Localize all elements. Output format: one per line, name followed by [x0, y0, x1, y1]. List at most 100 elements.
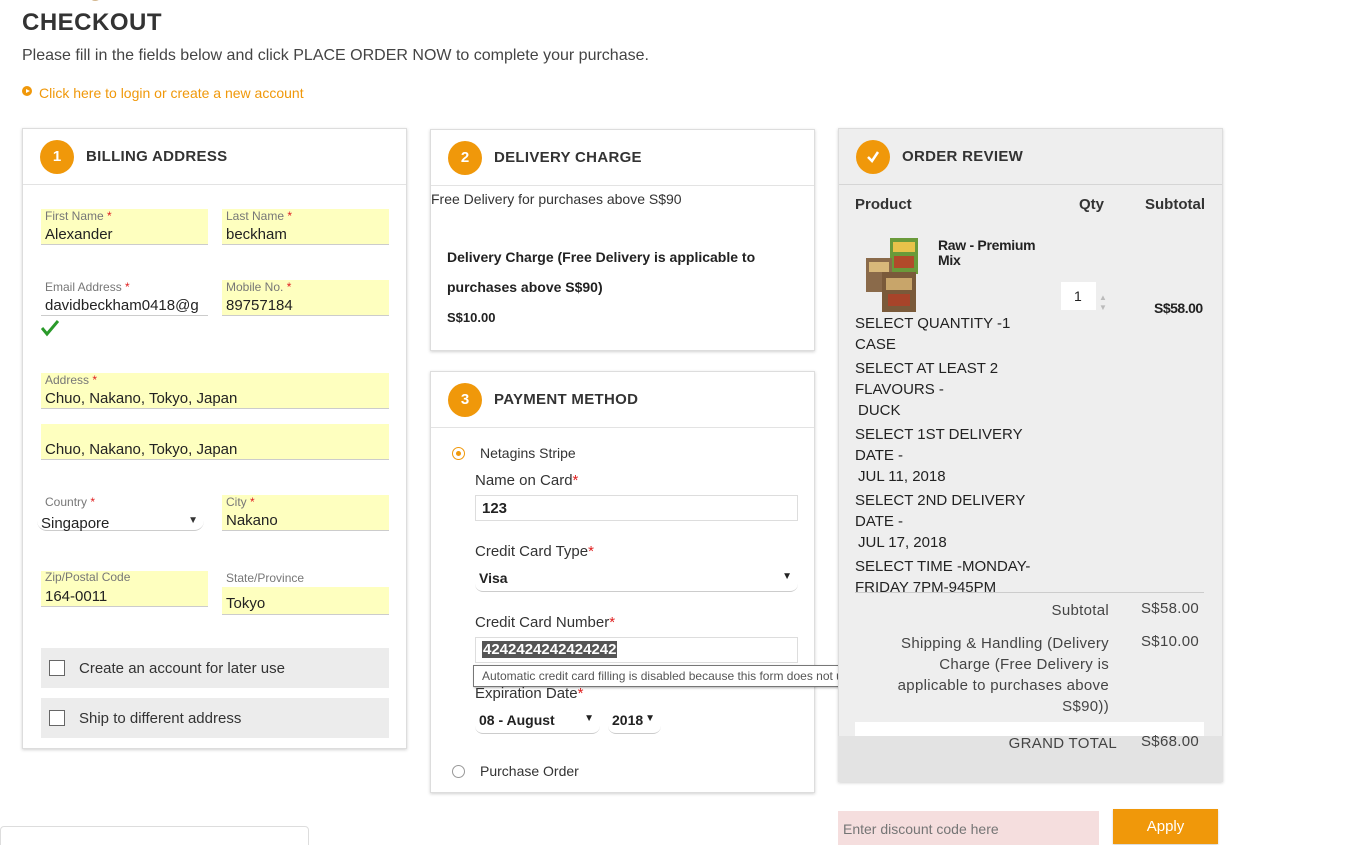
card-number-value: 4242424242424242	[482, 641, 618, 658]
dropdown-arrow-icon: ▼	[645, 713, 655, 724]
expiry-year-select[interactable]: 2018 ▼	[608, 708, 661, 734]
mobile-label: Mobile No.	[226, 280, 284, 294]
dropdown-arrow-icon: ▼	[584, 713, 594, 724]
address-line1-field[interactable]: Address * Chuo, Nakano, Tokyo, Japan	[41, 373, 389, 409]
review-header: ORDER REVIEW	[839, 129, 1222, 185]
item-subtotal: S$58.00	[1154, 300, 1203, 316]
col-subtotal: Subtotal	[1145, 196, 1205, 213]
expiry-month-value: 08 - August	[479, 712, 555, 728]
country-label: Country	[45, 495, 88, 509]
free-delivery-note: Free Delivery for purchases above S$90	[431, 191, 682, 207]
payment-header: 3 PAYMENT METHOD	[431, 372, 814, 428]
qty-input[interactable]: 1	[1061, 282, 1096, 310]
expiry-month-select[interactable]: 08 - August ▼	[475, 708, 600, 734]
delivery-panel: 2 DELIVERY CHARGE Free Delivery for purc…	[430, 129, 815, 351]
option-delivery-2: SELECT 2ND DELIVERY DATE - JUL 17, 2018	[855, 492, 1026, 551]
expiry-label: Expiration Date	[475, 685, 578, 702]
delivery-title: DELIVERY CHARGE	[494, 149, 642, 166]
first-name-field[interactable]: First Name * Alexander	[41, 209, 208, 245]
email-value: davidbeckham0418@g	[45, 297, 199, 314]
col-qty: Qty	[1079, 196, 1105, 213]
qty-stepper-icon[interactable]: ▲ ▼	[1099, 293, 1107, 313]
delivery-description: Delivery Charge (Free Delivery is applic…	[447, 249, 756, 295]
card-name-input[interactable]: 123	[475, 495, 798, 521]
zip-label: Zip/Postal Code	[45, 570, 131, 584]
ship-different-checkbox[interactable]: Ship to different address	[41, 698, 389, 738]
dropdown-arrow-icon: ▼	[782, 571, 792, 582]
state-value: Tokyo	[226, 595, 266, 612]
purchase-order-radio[interactable]	[452, 765, 465, 778]
apply-button[interactable]: Apply	[1113, 809, 1218, 844]
card-number-input[interactable]: 4242424242424242	[475, 637, 798, 663]
payment-title: PAYMENT METHOD	[494, 391, 639, 408]
page-title: CHECKOUT	[22, 9, 162, 36]
option-delivery-1: SELECT 1ST DELIVERY DATE - JUL 11, 2018	[855, 426, 1023, 485]
totals-divider	[855, 592, 1204, 593]
intro-text: Please fill in the fields below and clic…	[22, 47, 649, 64]
purchase-order-label: Purchase Order	[480, 763, 579, 779]
product-name: Raw - Premium Mix	[938, 237, 1036, 268]
step-number-2: 2	[448, 140, 482, 175]
create-account-label: Create an account for later use	[79, 659, 285, 677]
login-link-label: Click here to login or create a new acco…	[39, 85, 304, 101]
state-label: State/Province	[226, 571, 305, 585]
step-number-1: 1	[40, 139, 74, 174]
stripe-label: Netagins Stripe	[480, 445, 576, 461]
play-bullet-icon	[22, 86, 32, 96]
bottom-panel-fragment	[0, 826, 309, 845]
first-name-value: Alexander	[45, 226, 113, 243]
payment-panel: 3 PAYMENT METHOD Netagins Stripe Name on…	[430, 371, 815, 793]
address-line2-field[interactable]: Chuo, Nakano, Tokyo, Japan	[41, 424, 389, 460]
zip-field[interactable]: Zip/Postal Code 164-0011	[41, 570, 208, 607]
delivery-header: 2 DELIVERY CHARGE	[431, 130, 814, 186]
grand-total-label: GRAND TOTAL	[1008, 735, 1117, 752]
mobile-value: 89757184	[226, 297, 293, 314]
country-select[interactable]: Country * Singapore ▼	[37, 495, 204, 532]
checkbox-box[interactable]	[49, 660, 65, 676]
city-value: Nakano	[226, 512, 278, 529]
last-name-field[interactable]: Last Name * beckham	[222, 209, 389, 245]
card-number-label: Credit Card Number	[475, 614, 610, 631]
first-name-label: First Name	[45, 209, 104, 223]
login-link[interactable]: Click here to login or create a new acco…	[22, 85, 304, 101]
valid-check-icon	[41, 320, 59, 337]
shipping-value: S$10.00	[1141, 633, 1199, 650]
email-field[interactable]: Email Address * davidbeckham0418@g	[41, 280, 208, 316]
zip-value: 164-0011	[45, 588, 108, 605]
state-field[interactable]: State/Province Tokyo	[222, 571, 389, 615]
card-name-label: Name on Card	[475, 472, 573, 489]
billing-title: BILLING ADDRESS	[86, 148, 228, 165]
city-field[interactable]: City * Nakano	[222, 495, 389, 531]
card-type-label: Credit Card Type	[475, 543, 589, 560]
last-name-value: beckham	[226, 226, 287, 243]
ship-different-label: Ship to different address	[79, 709, 242, 727]
stripe-radio[interactable]	[452, 447, 465, 460]
mobile-field[interactable]: Mobile No. * 89757184	[222, 280, 389, 316]
grand-total-value: S$68.00	[1141, 733, 1199, 750]
last-name-label: Last Name	[226, 209, 285, 223]
create-account-checkbox[interactable]: Create an account for later use	[41, 648, 389, 688]
product-image	[866, 238, 918, 312]
billing-header: 1 BILLING ADDRESS	[23, 129, 406, 185]
card-type-select[interactable]: Visa ▼	[475, 566, 798, 592]
step-number-3: 3	[448, 382, 482, 417]
expiry-year-value: 2018	[612, 712, 644, 728]
delivery-price: S$10.00	[447, 310, 496, 325]
country-value: Singapore	[41, 515, 110, 532]
address-line2-value: Chuo, Nakano, Tokyo, Japan	[45, 441, 238, 458]
discount-code-input[interactable]	[838, 811, 1099, 845]
review-title: ORDER REVIEW	[902, 148, 1024, 165]
product-options: SELECT QUANTITY -1 CASE SELECT AT LEAST …	[855, 313, 1055, 601]
subtotal-label: Subtotal	[1051, 602, 1109, 619]
option-quantity: SELECT QUANTITY -1 CASE	[855, 315, 1011, 353]
city-label: City	[226, 495, 247, 509]
dropdown-arrow-icon: ▼	[188, 515, 198, 526]
billing-panel: 1 BILLING ADDRESS First Name * Alexander…	[22, 128, 407, 749]
email-label: Email Address	[45, 280, 122, 294]
col-product: Product	[855, 196, 912, 213]
checkbox-box[interactable]	[49, 710, 65, 726]
logo-fragment	[91, 0, 99, 1]
check-icon	[856, 139, 890, 174]
option-flavours: SELECT AT LEAST 2 FLAVOURS - DUCK	[855, 360, 999, 419]
address-label: Address	[45, 373, 90, 387]
